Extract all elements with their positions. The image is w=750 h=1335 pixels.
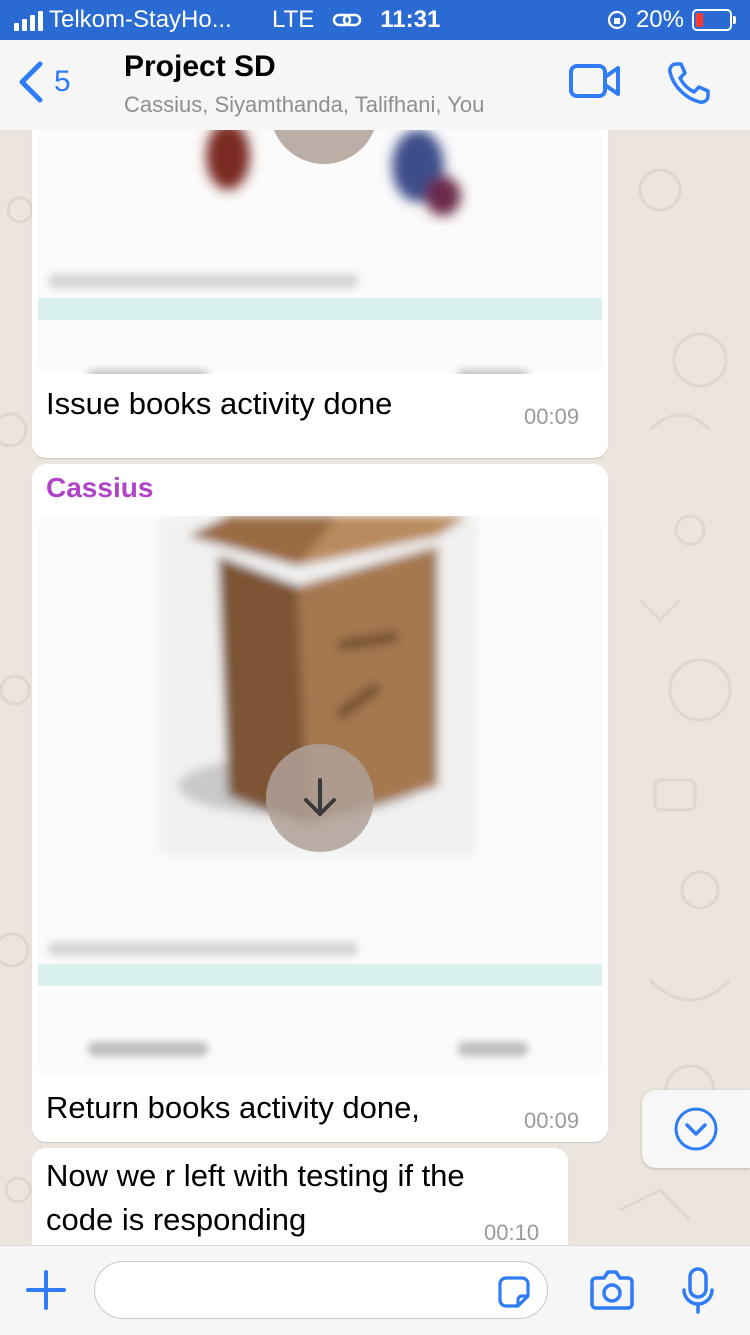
battery-percent: 20% (635, 6, 684, 33)
chat-participants[interactable]: Cassius, Siyamthanda, Talifhani, You (124, 92, 484, 118)
status-bar: Telkom-StayHo... LTE 11:31 20% (0, 0, 750, 40)
link-icon (332, 13, 362, 27)
chat-header: 5 Project SD Cassius, Siyamthanda, Talif… (0, 40, 750, 131)
orientation-lock-icon (607, 10, 627, 30)
chat-area[interactable]: Issue books activity done 00:09 Cassius (0, 130, 750, 1245)
video-call-button[interactable] (568, 62, 622, 105)
message-text: Return books activity done, (46, 1090, 420, 1125)
scroll-to-bottom-button[interactable] (642, 1090, 750, 1168)
battery-icon (692, 9, 736, 31)
phone-icon (668, 62, 710, 104)
blurred-image-preview (206, 130, 461, 216)
download-button[interactable] (266, 744, 374, 852)
chevron-left-icon (19, 61, 43, 103)
camera-button[interactable] (588, 1268, 636, 1317)
signal-icon (14, 9, 43, 31)
chevron-down-circle-icon (674, 1107, 718, 1151)
message-text: Issue books activity done (46, 386, 393, 421)
clock: 11:31 (380, 6, 441, 33)
message-bubble[interactable]: Issue books activity done 00:09 (32, 130, 608, 458)
message-time: 00:09 (524, 1108, 580, 1133)
image-attachment[interactable] (38, 130, 602, 374)
message-time: 00:09 (524, 404, 580, 429)
arrow-down-icon (306, 130, 342, 132)
camera-icon (590, 1270, 634, 1310)
message-input[interactable] (94, 1261, 548, 1319)
sticker-button[interactable] (496, 1274, 532, 1315)
attach-button[interactable] (24, 1268, 68, 1317)
sender-name: Cassius (46, 472, 154, 503)
message-time: 00:10 (484, 1220, 540, 1245)
plus-icon (26, 1270, 66, 1310)
unread-count: 5 (54, 65, 71, 98)
back-button[interactable]: 5 (16, 60, 71, 104)
microphone-icon (682, 1267, 714, 1314)
chat-title[interactable]: Project SD (124, 50, 276, 84)
arrow-down-icon (304, 778, 336, 816)
message-bubble[interactable]: Cassius Return books activity done, 00:0… (32, 464, 608, 1142)
message-text: Now we r left with testing if the code i… (46, 1158, 465, 1237)
voice-call-button[interactable] (666, 60, 712, 111)
sticker-icon (498, 1276, 530, 1308)
carrier-name: Telkom-StayHo... (49, 6, 232, 33)
message-bubble[interactable]: Now we r left with testing if the code i… (32, 1148, 568, 1245)
voice-message-button[interactable] (680, 1266, 716, 1321)
video-camera-icon (569, 64, 620, 98)
network-type: LTE (272, 6, 315, 33)
input-bar (0, 1245, 750, 1335)
image-attachment[interactable] (38, 516, 602, 1076)
